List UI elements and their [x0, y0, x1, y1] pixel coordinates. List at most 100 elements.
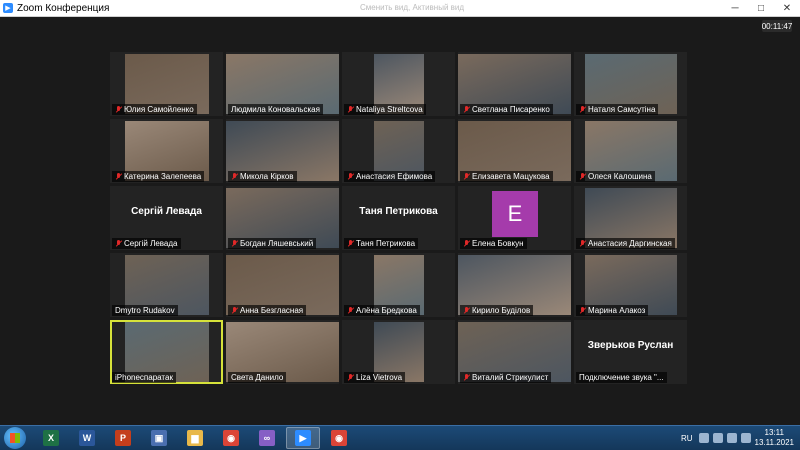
muted-mic-icon [115, 173, 122, 180]
participant-name-label: Виталий Стрикулист [460, 372, 552, 383]
minimize-button[interactable]: ─ [722, 0, 748, 16]
participant-tile[interactable]: Людмила Коновальская [226, 52, 339, 116]
muted-mic-icon [579, 106, 586, 113]
participant-name-label: Алёна Бредкова [344, 305, 420, 316]
language-indicator[interactable]: RU [681, 434, 693, 443]
muted-mic-icon [579, 307, 586, 314]
participant-name-label: Елена Бовкун [460, 238, 527, 249]
participant-tile[interactable]: Виталий Стрикулист [458, 320, 571, 384]
participant-name: Dmytro Rudakov [115, 306, 175, 315]
participant-name-label: Света Данило [228, 372, 287, 383]
participant-tile[interactable]: Таня Петрикова Таня Петрикова [342, 186, 455, 250]
folder-icon: ▆ [187, 430, 203, 446]
word-icon: W [79, 430, 95, 446]
muted-mic-icon [347, 173, 354, 180]
participant-tile[interactable]: Олеся Калошина [574, 119, 687, 183]
muted-mic-icon [579, 240, 586, 247]
taskbar-button[interactable]: ▶ [286, 427, 320, 449]
taskbar-button[interactable]: ▣ [142, 427, 176, 449]
taskbar-button[interactable]: ◉ [214, 427, 248, 449]
participant-name-label: Богдан Ляшевський [228, 238, 317, 249]
volume-icon[interactable] [726, 433, 737, 443]
muted-mic-icon [231, 173, 238, 180]
participant-display-name: Сергій Левада [131, 206, 202, 217]
participant-tile[interactable]: Богдан Ляшевський [226, 186, 339, 250]
participant-name-label: Наталя Самсутіна [576, 104, 659, 115]
save-app-icon: ▣ [151, 430, 167, 446]
taskbar-button[interactable]: ∞ [250, 427, 284, 449]
participant-name-label: Анастасия Даргинская [576, 238, 675, 249]
participant-tile[interactable]: Dmytro Rudakov [110, 253, 223, 317]
participant-name: Liza Vietrova [356, 373, 403, 382]
participant-name-label: Микола Кірков [228, 171, 297, 182]
participant-name: Микола Кірков [240, 172, 294, 181]
help-icon[interactable] [698, 433, 709, 443]
taskbar-button[interactable]: P [106, 427, 140, 449]
taskbar-button[interactable]: X [34, 427, 68, 449]
participant-name: Наталя Самсутіна [588, 105, 656, 114]
network-icon[interactable] [712, 433, 723, 443]
muted-mic-icon [463, 106, 470, 113]
participant-display-name: Таня Петрикова [359, 206, 438, 217]
participant-tile[interactable]: Елизавета Мацукова [458, 119, 571, 183]
participant-name-label: Кирило Буділов [460, 305, 534, 316]
participant-name-label: iPhonecпаратак [112, 372, 176, 383]
flag-icon[interactable] [740, 433, 751, 443]
close-button[interactable]: ✕ [774, 0, 800, 16]
muted-mic-icon [347, 307, 354, 314]
participant-name: Таня Петрикова [356, 239, 416, 248]
participant-name-label: Анастасия Ефимова [344, 171, 436, 182]
participant-name: Марина Алакоз [588, 306, 646, 315]
participant-avatar: E [492, 191, 538, 237]
window-title: Zoom Конференция [17, 2, 110, 14]
participant-name: Подключение звука "... [579, 373, 664, 382]
participant-tile[interactable]: Юлия Самойленко [110, 52, 223, 116]
muted-mic-icon [115, 106, 122, 113]
participant-tile[interactable]: Анна Безгласная [226, 253, 339, 317]
participant-name: Кирило Буділов [472, 306, 531, 315]
participant-display-name: Зверьков Руслан [587, 340, 674, 351]
participant-name: Олеся Калошина [588, 172, 652, 181]
participant-tile[interactable]: Света Данило [226, 320, 339, 384]
participant-name: iPhonecпаратак [115, 373, 173, 382]
participant-tile[interactable]: Зверьков Руслан Подключение звука "... [574, 320, 687, 384]
window-titlebar: ▶ Zoom Конференция Сменить вид, Активный… [0, 0, 800, 17]
participant-tile[interactable]: Кирило Буділов [458, 253, 571, 317]
participant-tile[interactable]: E Елена Бовкун [458, 186, 571, 250]
muted-mic-icon [579, 173, 586, 180]
participant-tile[interactable]: Сергій Левада Сергій Левада [110, 186, 223, 250]
participant-name-label: Людмила Коновальская [228, 104, 323, 115]
visual-studio-icon: ∞ [259, 430, 275, 446]
participant-name: Елена Бовкун [472, 239, 524, 248]
participant-tile[interactable]: iPhonecпаратак [110, 320, 223, 384]
participant-name-label: Елизавета Мацукова [460, 171, 553, 182]
taskbar-button[interactable]: W [70, 427, 104, 449]
chrome-icon-2: ◉ [331, 430, 347, 446]
participant-tile[interactable]: Алёна Бредкова [342, 253, 455, 317]
participant-name-label: Сергій Левада [112, 238, 181, 249]
participant-tile[interactable]: Светлана Писаренко [458, 52, 571, 116]
muted-mic-icon [231, 307, 238, 314]
participant-tile[interactable]: Наталя Самсутіна [574, 52, 687, 116]
participant-name-label: Светлана Писаренко [460, 104, 553, 115]
participant-tile[interactable]: Nataliya Streltcova [342, 52, 455, 116]
participant-name-label: Liza Vietrova [344, 372, 406, 383]
participant-tile[interactable]: Катерина Залепеева [110, 119, 223, 183]
participant-name: Алёна Бредкова [356, 306, 417, 315]
tray-time: 13:11 [764, 428, 784, 437]
participant-tile[interactable]: Анастасия Даргинская [574, 186, 687, 250]
tray-clock[interactable]: 13:11 13.11.2021 [755, 428, 794, 448]
participant-name-label: Марина Алакоз [576, 305, 649, 316]
participant-name: Nataliya Streltcova [356, 105, 423, 114]
participant-tile[interactable]: Анастасия Ефимова [342, 119, 455, 183]
participant-tile[interactable]: Микола Кірков [226, 119, 339, 183]
participant-tile[interactable]: Марина Алакоз [574, 253, 687, 317]
participant-tile[interactable]: Liza Vietrova [342, 320, 455, 384]
start-button[interactable] [4, 427, 26, 449]
taskbar-button[interactable]: ▆ [178, 427, 212, 449]
maximize-button[interactable]: □ [748, 0, 774, 16]
participant-name-label: Nataliya Streltcova [344, 104, 426, 115]
taskbar-button[interactable]: ◉ [322, 427, 356, 449]
participant-name-label: Юлия Самойленко [112, 104, 197, 115]
participant-name: Людмила Коновальская [231, 105, 320, 114]
